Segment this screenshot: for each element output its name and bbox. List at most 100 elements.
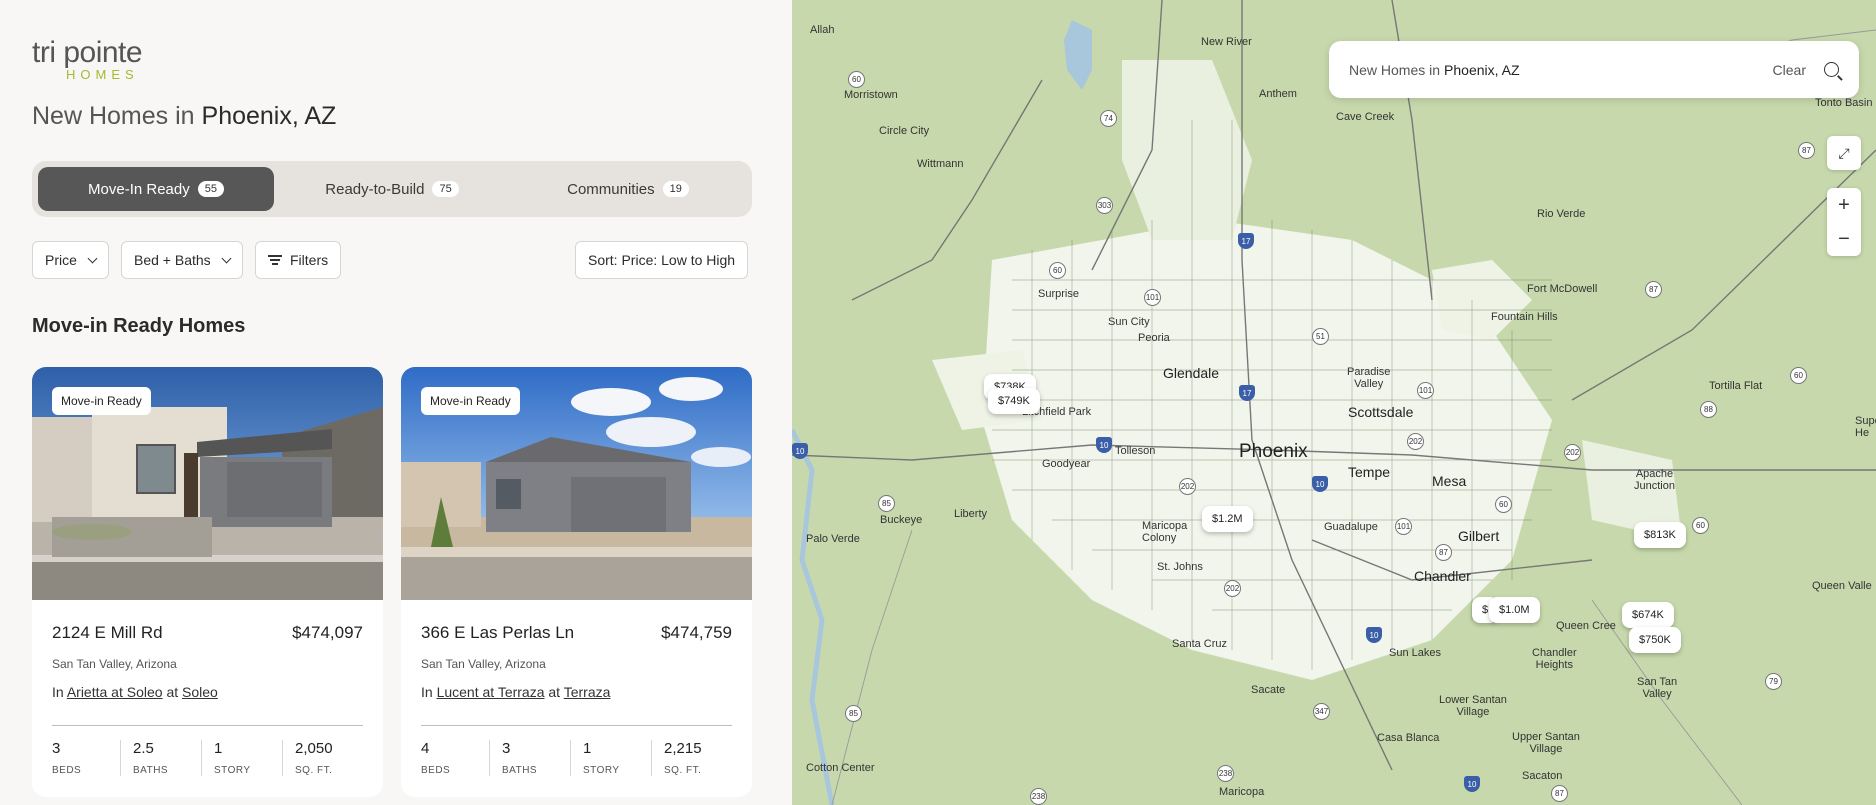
stat-label: STORY — [583, 765, 620, 776]
place-label: Guadalupe — [1324, 521, 1378, 533]
fullscreen-icon[interactable]: ⤢ — [1827, 136, 1861, 170]
place-label: Supe He — [1855, 415, 1876, 439]
logo-wordmark: tri pointe — [32, 36, 143, 69]
master-plan-link[interactable]: Terraza — [564, 684, 611, 700]
stat-value: 1 — [214, 740, 223, 757]
home-photo[interactable]: Move-in Ready — [32, 367, 383, 600]
place-label: Tempe — [1348, 464, 1391, 480]
place-label: Chandler — [1414, 568, 1471, 584]
move-in-ready-badge: Move-in Ready — [421, 387, 520, 415]
zoom-in-button[interactable]: + — [1827, 188, 1861, 222]
place-label: Goodyear — [1042, 458, 1091, 470]
route-shield: 85 — [845, 705, 862, 722]
map-search-city: Phoenix, AZ — [1444, 61, 1520, 78]
bed-baths-dropdown[interactable]: Bed + Baths — [121, 241, 243, 279]
filters-button[interactable]: Filters — [255, 241, 342, 279]
tab-label: Communities — [567, 180, 655, 198]
place-label: Sun City — [1108, 316, 1150, 328]
listing-type-tabs: Move-In Ready 55 Ready-to-Build 75 Commu… — [32, 161, 752, 217]
sort-dropdown[interactable]: Sort: Price: Low to High — [575, 241, 749, 279]
map-price-pin[interactable]: $749K — [988, 388, 1040, 414]
place-label: Upper Santan Village — [1512, 731, 1580, 755]
route-shield: 202 — [1564, 444, 1581, 461]
community-link[interactable]: Lucent at Terraza — [437, 684, 545, 700]
place-label: Fort McDowell — [1527, 283, 1598, 295]
chevron-down-icon — [87, 253, 98, 263]
map-price-pin[interactable]: $813K — [1634, 522, 1686, 548]
route-shield: 202 — [1224, 580, 1241, 597]
home-location: San Tan Valley, Arizona — [52, 657, 177, 671]
move-in-ready-badge: Move-in Ready — [52, 387, 151, 415]
tab-ready-to-build[interactable]: Ready-to-Build 75 — [274, 167, 510, 211]
stat-label: STORY — [214, 765, 251, 776]
sort-dropdown-label: Sort: Price: Low to High — [588, 252, 736, 268]
map-price-pin[interactable]: $750K — [1629, 627, 1681, 653]
place-label: Gilbert — [1458, 528, 1500, 544]
place-label: St. Johns — [1157, 561, 1203, 573]
section-title: Move-in Ready Homes — [32, 315, 246, 337]
interstate-shield: 10 — [1464, 776, 1480, 792]
filters-button-label: Filters — [290, 252, 329, 268]
place-label: San Tan Valley — [1637, 676, 1678, 700]
place-label: Tonto Basin — [1815, 97, 1873, 109]
place-label: Glendale — [1163, 365, 1220, 381]
in-text: In — [52, 684, 64, 700]
zoom-out-button[interactable]: − — [1827, 222, 1861, 256]
route-shield: 87 — [1551, 785, 1568, 802]
stat-beds: 3 BEDS — [52, 740, 120, 776]
stat-label: BEDS — [52, 765, 82, 776]
stat-beds: 4 BEDS — [421, 740, 489, 776]
place-label: Queen Valle — [1812, 580, 1872, 592]
place-label: Circle City — [879, 125, 930, 137]
tab-communities[interactable]: Communities 19 — [510, 167, 746, 211]
master-plan-link[interactable]: Soleo — [182, 684, 218, 700]
map-search-bar[interactable]: New Homes in Phoenix, AZ Clear — [1329, 41, 1859, 98]
clear-button[interactable]: Clear — [1773, 62, 1806, 78]
home-community-line: In Lucent at Terraza at Terraza — [421, 684, 610, 700]
stat-value: 3 — [52, 740, 61, 757]
home-photo[interactable]: Move-in Ready — [401, 367, 752, 600]
interstate-shield: 10 — [1096, 437, 1112, 453]
place-label: Queen Cree — [1556, 620, 1616, 632]
place-label: Lower Santan Village — [1439, 694, 1507, 718]
place-label: Palo Verde — [806, 533, 860, 545]
home-card[interactable]: Move-in Ready 2124 E Mill Rd $474,097 Sa… — [32, 367, 383, 797]
home-address[interactable]: 2124 E Mill Rd — [52, 623, 163, 643]
home-stats: 3 BEDS 2.5 BATHS 1 STORY 2,050 SQ. FT. — [52, 740, 363, 776]
place-label: Wittmann — [917, 158, 964, 170]
stat-value: 3 — [502, 740, 511, 757]
map-price-pin[interactable]: $1.0M — [1489, 597, 1540, 623]
place-label: Morristown — [844, 89, 898, 101]
home-address[interactable]: 366 E Las Perlas Ln — [421, 623, 574, 643]
home-community-line: In Arietta at Soleo at Soleo — [52, 684, 218, 700]
map-price-pin[interactable]: $674K — [1622, 602, 1674, 628]
search-icon[interactable] — [1824, 62, 1839, 77]
place-label: Surprise — [1038, 288, 1079, 300]
tripointe-logo[interactable]: tri pointe HOMES — [32, 36, 143, 82]
place-label: Fountain Hills — [1491, 311, 1558, 323]
place-label: Sun Lakes — [1389, 647, 1441, 659]
stat-story: 1 STORY — [201, 740, 282, 776]
tab-count: 55 — [197, 181, 224, 197]
price-dropdown[interactable]: Price — [32, 241, 109, 279]
home-card[interactable]: Move-in Ready 366 E Las Perlas Ln $474,7… — [401, 367, 752, 797]
route-shield: 88 — [1700, 401, 1717, 418]
tab-move-in-ready[interactable]: Move-In Ready 55 — [38, 167, 274, 211]
route-shield: 202 — [1179, 478, 1196, 495]
place-label: Cave Creek — [1336, 111, 1395, 123]
stat-label: BATHS — [502, 765, 538, 776]
results-panel: tri pointe HOMES New Homes in Phoenix, A… — [0, 0, 792, 805]
map-view[interactable]: Allah New River Morristown Anthem Cave C… — [792, 0, 1876, 805]
home-location: San Tan Valley, Arizona — [421, 657, 546, 671]
route-shield: 60 — [1495, 496, 1512, 513]
map-price-pin[interactable]: $1.2M — [1202, 506, 1253, 532]
place-label: Allah — [810, 24, 835, 36]
stat-value: 2,050 — [295, 740, 333, 757]
community-link[interactable]: Arietta at Soleo — [67, 684, 163, 700]
place-label: Tortilla Flat — [1709, 380, 1763, 392]
map-search-prefix: New Homes in — [1349, 61, 1441, 78]
route-shield: 238 — [1030, 788, 1047, 805]
place-label: Cotton Center — [806, 762, 875, 774]
chevron-down-icon — [221, 253, 232, 263]
logo-subtext: HOMES — [66, 67, 139, 82]
